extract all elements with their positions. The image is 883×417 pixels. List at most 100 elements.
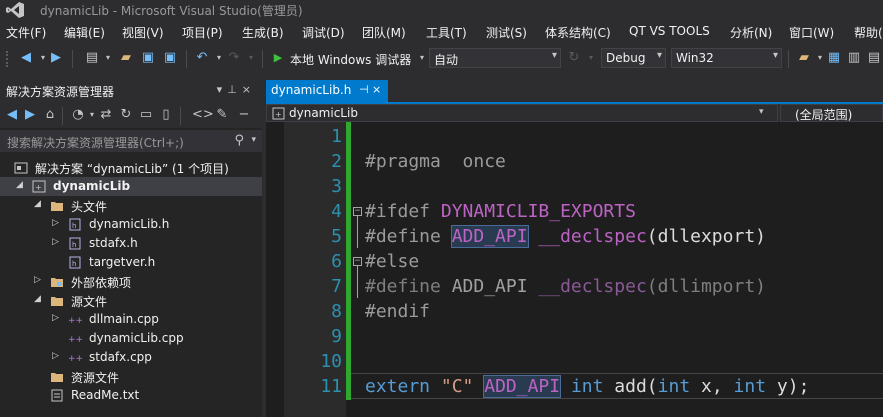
new-project-icon[interactable]: ▤ xyxy=(84,50,100,66)
line-number: 7 xyxy=(331,276,342,297)
tree-item[interactable]: 解决方案 “dynamicLib” (1 个项目) xyxy=(0,158,262,177)
start-debugger-button[interactable]: 本地 Windows 调试器 xyxy=(290,51,411,68)
header-file-icon: h xyxy=(69,237,81,250)
undo-dropdown-icon[interactable]: ▾ xyxy=(211,50,227,66)
code-token-highlighted: ADD_API xyxy=(450,225,529,248)
menu-team[interactable]: 团队(M) xyxy=(362,24,406,41)
tree-item[interactable]: ▷ ++ stdafx.cpp xyxy=(0,348,262,367)
menu-qt-vs-tools[interactable]: QT VS TOOLS xyxy=(629,24,710,38)
collapsed-arrow-icon[interactable]: ▷ xyxy=(34,275,41,285)
scope-navigation-dropdown[interactable]: (全局范围) xyxy=(780,104,883,122)
code-token: add( xyxy=(614,376,658,397)
properties-wrench-icon[interactable]: ✎ xyxy=(214,107,230,123)
save-all-icon[interactable]: ▣ xyxy=(162,50,178,66)
start-debug-play-icon[interactable]: ▶ xyxy=(270,50,286,66)
tree-item-label: stdafx.cpp xyxy=(89,350,152,364)
pin-icon[interactable]: ⊣ xyxy=(359,83,369,96)
cpp-file-icon: ++ xyxy=(68,316,82,326)
collapsed-arrow-icon[interactable]: ▷ xyxy=(52,237,59,247)
chevron-down-icon[interactable]: ▾ xyxy=(217,83,228,96)
navigate-forward-icon[interactable]: ▶ xyxy=(48,50,64,66)
forward-icon[interactable]: ▶ xyxy=(22,107,38,123)
code-token: #else xyxy=(365,251,420,272)
collapsed-arrow-icon[interactable]: ▷ xyxy=(52,351,59,361)
toolbar-separator xyxy=(72,50,73,68)
menu-window[interactable]: 窗口(W) xyxy=(789,24,834,41)
expanded-arrow-icon[interactable]: ◢ xyxy=(34,199,41,209)
tree-item[interactable]: 资源文件 xyxy=(0,367,262,386)
tab-dynamiclib-h[interactable]: dynamicLib.h ⊣ × xyxy=(266,80,388,102)
title-bar: dynamicLib - Microsoft Visual Studio(管理员… xyxy=(0,0,883,20)
menu-tools[interactable]: 工具(T) xyxy=(426,24,467,41)
find-in-files-icon[interactable]: ▰ xyxy=(796,50,812,66)
cpp-file-icon: ++ xyxy=(68,354,82,364)
solution-explorer-search[interactable]: 搜索解决方案资源管理器(Ctrl+;) ⚲ ▾ xyxy=(0,130,262,152)
preview-icon[interactable]: − xyxy=(236,107,252,123)
cpp-project-icon: + xyxy=(32,180,46,193)
svg-text:++: ++ xyxy=(68,316,82,326)
tree-item[interactable]: ReadMe.txt xyxy=(0,386,262,405)
search-input[interactable]: 搜索解决方案资源管理器(Ctrl+;) xyxy=(7,134,184,151)
pin-icon[interactable]: ⊥ xyxy=(227,83,242,96)
collapse-all-icon[interactable]: ▭ xyxy=(138,107,154,123)
menu-debug[interactable]: 调试(D) xyxy=(302,24,345,41)
menu-analyze[interactable]: 分析(N) xyxy=(730,24,772,41)
menu-edit[interactable]: 编辑(E) xyxy=(64,24,105,41)
properties-icon[interactable]: ▥ xyxy=(846,50,862,66)
sync-icon[interactable]: ⇄ xyxy=(98,107,114,123)
code-token: #define xyxy=(365,276,441,297)
solution-mode-combo[interactable]: 自动 ▾ xyxy=(429,48,561,68)
project-navigation-dropdown[interactable]: + dynamicLib ▾ xyxy=(266,104,778,122)
collapsed-arrow-icon[interactable]: ▷ xyxy=(52,218,59,228)
menu-view[interactable]: 视图(V) xyxy=(122,24,164,41)
new-project-dropdown-icon[interactable]: ▾ xyxy=(100,50,116,66)
tree-item[interactable]: ▷ h dynamicLib.h xyxy=(0,215,262,234)
expanded-arrow-icon[interactable]: ◢ xyxy=(16,180,23,190)
undo-icon[interactable]: ↶ xyxy=(194,50,210,66)
close-icon[interactable]: × xyxy=(242,83,256,96)
collapsed-arrow-icon[interactable]: ▷ xyxy=(52,313,59,323)
home-icon[interactable]: ⌂ xyxy=(42,107,58,123)
tree-item[interactable]: h targetver.h xyxy=(0,253,262,272)
redo-icon[interactable]: ↷ xyxy=(226,50,242,66)
tree-item[interactable]: ▷ ++ dllmain.cpp xyxy=(0,310,262,329)
code-token: __declspec xyxy=(538,276,647,297)
refresh-icon[interactable]: ↻ xyxy=(566,50,582,66)
menu-architecture[interactable]: 体系结构(C) xyxy=(545,24,611,41)
back-icon[interactable]: ◀ xyxy=(4,107,20,123)
refresh-dropdown-icon[interactable]: ▾ xyxy=(583,50,599,66)
tree-item[interactable]: ▷ 外部依赖项 xyxy=(0,272,262,291)
refresh-icon[interactable]: ↻ xyxy=(118,107,134,123)
save-icon[interactable]: ▣ xyxy=(140,50,156,66)
menu-help[interactable]: 帮助(H) xyxy=(854,24,883,41)
close-icon[interactable]: × xyxy=(372,83,381,96)
platform-combo[interactable]: Win32 ▾ xyxy=(671,48,782,68)
tree-item[interactable]: ◢ 源文件 xyxy=(0,291,262,310)
chevron-down-icon: ▾ xyxy=(551,50,557,61)
tree-item[interactable]: ▷ h stdafx.h xyxy=(0,234,262,253)
code-token: once xyxy=(462,151,506,172)
debugger-target-dropdown-icon[interactable]: ▾ xyxy=(414,50,430,66)
menu-test[interactable]: 测试(S) xyxy=(486,24,527,41)
show-all-files-icon[interactable]: ▯ xyxy=(158,107,174,123)
cpp-project-icon: + xyxy=(272,107,285,120)
menu-file[interactable]: 文件(F) xyxy=(6,24,46,41)
tree-item[interactable]: ◢ 头文件 xyxy=(0,196,262,215)
line-number: 10 xyxy=(320,351,342,372)
chevron-down-icon[interactable]: ▾ xyxy=(251,135,256,145)
collapse-region-icon[interactable]: − xyxy=(353,207,362,216)
menu-project[interactable]: 项目(P) xyxy=(182,24,223,41)
collapse-region-icon[interactable]: − xyxy=(353,257,362,266)
tree-item[interactable]: ◢ + dynamicLib xyxy=(0,177,262,196)
search-icon[interactable]: ⚲ xyxy=(234,133,244,148)
configuration-combo[interactable]: Debug ▾ xyxy=(601,48,666,68)
expanded-arrow-icon[interactable]: ◢ xyxy=(34,294,41,304)
tree-item[interactable]: ++ dynamicLib.cpp xyxy=(0,329,262,348)
menu-build[interactable]: 生成(B) xyxy=(242,24,284,41)
view-code-icon[interactable]: <> xyxy=(192,107,214,123)
redo-dropdown-icon[interactable]: ▾ xyxy=(243,50,259,66)
solution-explorer-icon[interactable]: ▦ xyxy=(826,50,842,66)
open-file-icon[interactable]: ▰ xyxy=(118,50,134,66)
navigate-back-icon[interactable]: ◀ xyxy=(18,50,34,66)
toolbox-icon[interactable]: ▤ xyxy=(866,50,882,66)
